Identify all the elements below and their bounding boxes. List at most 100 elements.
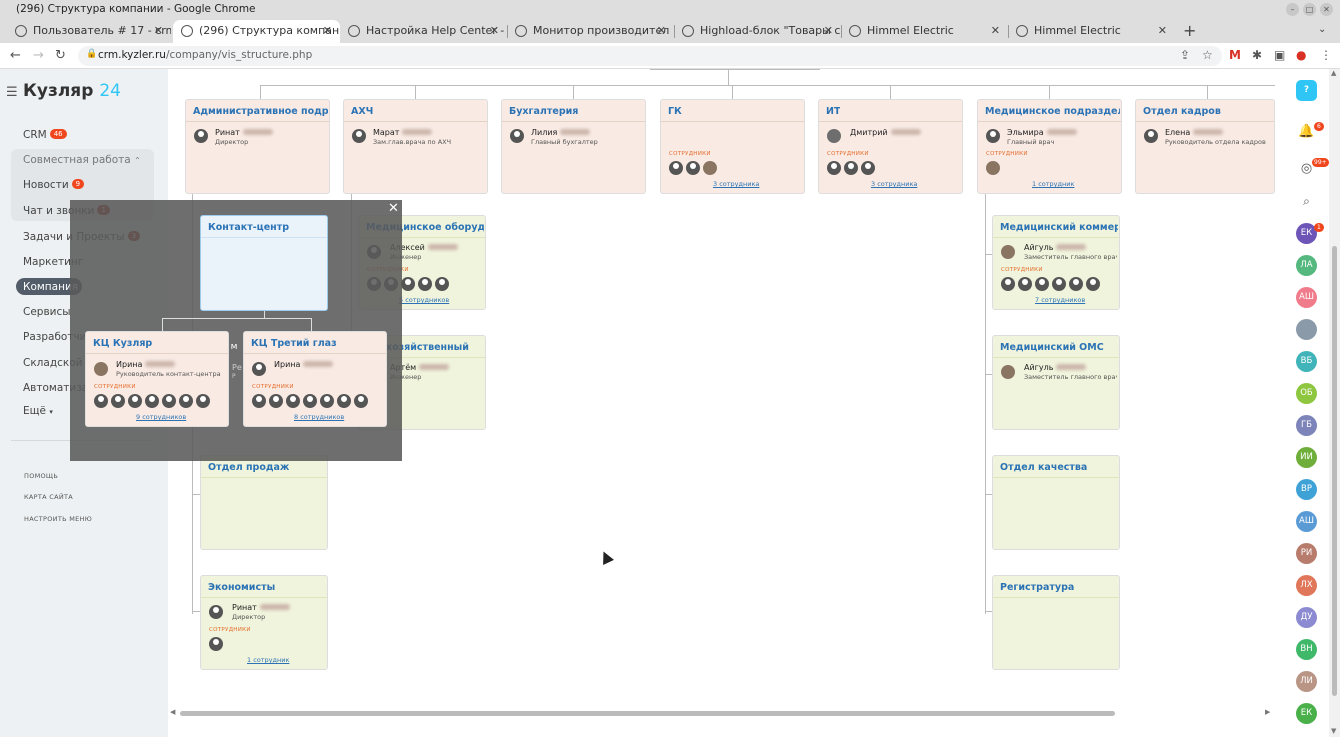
popup-close-icon[interactable]: ✕ bbox=[388, 201, 399, 216]
forward-icon[interactable]: → bbox=[33, 48, 44, 63]
dept-card-quality[interactable]: Отдел качества bbox=[992, 455, 1120, 550]
sidepanel-icon[interactable]: ▣ bbox=[1274, 48, 1285, 62]
globe-icon bbox=[682, 25, 694, 37]
extensions-icon[interactable]: ✱ bbox=[1252, 48, 1262, 62]
user-avatar[interactable]: РИ bbox=[1296, 543, 1317, 564]
dept-card-it[interactable]: ИТ Дмитрий СОТРУДНИКИ 3 сотрудника bbox=[818, 99, 963, 194]
dept-card-sales[interactable]: Отдел продаж bbox=[200, 455, 328, 550]
dept-card-kc-kuzlyar[interactable]: КЦ Кузляр Ирина Руководитель контакт-цен… bbox=[85, 331, 229, 427]
dept-card-buh[interactable]: Бухгалтерия Лилия Главный бухгалтер bbox=[501, 99, 646, 194]
dept-card-ahch[interactable]: АХЧ Марат Зам.глав.врача по АХЧ bbox=[343, 99, 488, 194]
menu-news[interactable]: Новости 9 bbox=[23, 179, 85, 191]
vertical-scrollbar[interactable]: ▲ ▼ bbox=[1329, 69, 1340, 737]
dept-card-admin[interactable]: Административное подраз... Ринат Директо… bbox=[185, 99, 330, 194]
tab-himmel-2[interactable]: Himmel Electric ✕ bbox=[1008, 20, 1175, 43]
horizontal-scrollbar[interactable]: ◀ ▶ bbox=[168, 706, 1275, 720]
scroll-thumb[interactable] bbox=[180, 711, 1115, 716]
tab-highload[interactable]: Highload-блок "Товары с ✕ bbox=[674, 20, 841, 43]
tab-monitor[interactable]: Монитор производител ✕ bbox=[507, 20, 674, 43]
dept-card-hr[interactable]: Отдел кадров Елена Руководитель отдела к… bbox=[1135, 99, 1275, 194]
user-avatar[interactable]: ЛА bbox=[1296, 255, 1317, 276]
avatar-icon bbox=[194, 129, 208, 143]
dept-card-med-commercial[interactable]: Медицинский коммерц... Айгуль Заместител… bbox=[992, 215, 1120, 310]
dept-card-med-oms[interactable]: Медицинский ОМС Айгуль Заместитель главн… bbox=[992, 335, 1120, 430]
tab-close-icon[interactable]: ✕ bbox=[490, 24, 499, 37]
globe-icon bbox=[515, 25, 527, 37]
user-avatar[interactable]: ГБ bbox=[1296, 415, 1317, 436]
connector bbox=[415, 85, 416, 99]
user-avatar[interactable]: ИИ bbox=[1296, 447, 1317, 468]
dept-card-gk[interactable]: ГК СОТРУДНИКИ 3 сотрудника bbox=[660, 99, 805, 194]
user-avatar[interactable]: ДУ bbox=[1296, 607, 1317, 628]
user-avatar[interactable]: ЛИ bbox=[1296, 671, 1317, 692]
gmail-extension-icon[interactable]: M bbox=[1229, 48, 1241, 62]
maximize-icon[interactable]: □ bbox=[1303, 3, 1316, 16]
dept-card-contact-center[interactable]: Контакт-центр bbox=[200, 215, 328, 311]
menu-services[interactable]: Сервисы bbox=[23, 306, 71, 318]
reload-icon[interactable]: ↻ bbox=[55, 48, 66, 63]
window-title: (296) Структура компании - Google Chrome bbox=[16, 3, 256, 15]
connector bbox=[650, 69, 820, 70]
tab-close-icon[interactable]: ✕ bbox=[991, 24, 1000, 37]
tab-help-center[interactable]: Настройка Help Center - ✕ bbox=[340, 20, 507, 43]
help-link[interactable]: ПОМОЩЬ bbox=[24, 472, 58, 480]
search-icon[interactable]: ⌕ bbox=[1296, 191, 1317, 212]
user-avatar[interactable]: ВР bbox=[1296, 479, 1317, 500]
close-window-icon[interactable]: ✕ bbox=[1320, 3, 1333, 16]
sitemap-link[interactable]: КАРТА САЙТА bbox=[24, 493, 73, 501]
portal-logo[interactable]: Кузляр 24 bbox=[23, 81, 121, 101]
url-field[interactable]: 🔒 crm.kyzler.ru/company/vis_structure.ph… bbox=[78, 46, 1222, 66]
chrome-menu-icon[interactable]: ⋮ bbox=[1320, 48, 1332, 62]
tab-himmel-1[interactable]: Himmel Electric ✕ bbox=[841, 20, 1008, 43]
avatar-photo bbox=[1001, 365, 1015, 379]
scroll-thumb[interactable] bbox=[1332, 246, 1337, 696]
avatar-icon bbox=[861, 161, 875, 175]
menu-crm[interactable]: CRM 46 bbox=[23, 129, 67, 141]
avatar-icon bbox=[844, 161, 858, 175]
dept-card-economists[interactable]: Экономисты Ринат Директор СОТРУДНИКИ 1 с… bbox=[200, 575, 328, 670]
tab-user-17[interactable]: Пользователь # 17 - crm. ✕ bbox=[7, 20, 171, 43]
scroll-right-icon[interactable]: ▶ bbox=[1265, 708, 1270, 716]
user-avatar[interactable]: АШ bbox=[1296, 287, 1317, 308]
user-avatar[interactable]: ВБ bbox=[1296, 351, 1317, 372]
scroll-left-icon[interactable]: ◀ bbox=[170, 708, 175, 716]
menu-collab[interactable]: Совместная работа ⌃ bbox=[23, 154, 141, 166]
tab-company-structure[interactable]: (296) Структура компан ✕ bbox=[173, 20, 340, 43]
scroll-up-icon[interactable]: ▲ bbox=[1331, 69, 1336, 77]
user-avatar[interactable] bbox=[1296, 319, 1317, 340]
user-avatar[interactable]: ОБ bbox=[1296, 383, 1317, 404]
minimize-icon[interactable]: – bbox=[1286, 3, 1299, 16]
help-icon[interactable]: ? bbox=[1296, 80, 1317, 101]
new-tab-icon[interactable]: + bbox=[1183, 21, 1196, 40]
bookmark-star-icon[interactable]: ☆ bbox=[1202, 48, 1213, 62]
tab-close-icon[interactable]: ✕ bbox=[1158, 24, 1167, 37]
dept-card-kc-third-eye[interactable]: КЦ Третий глаз Ирина СОТРУДНИКИ 8 сотруд… bbox=[243, 331, 387, 427]
tab-search-icon[interactable]: ⌄ bbox=[1318, 24, 1326, 35]
user-avatar[interactable]: ЕК bbox=[1296, 703, 1317, 724]
user-avatar[interactable]: ВН bbox=[1296, 639, 1317, 660]
share-icon[interactable]: ⇪ bbox=[1180, 48, 1190, 62]
avatar-icon bbox=[196, 394, 210, 408]
avatar-icon bbox=[1035, 277, 1049, 291]
menu-more[interactable]: Ещё ▾ bbox=[23, 405, 53, 417]
profile-icon[interactable]: ● bbox=[1296, 48, 1306, 62]
configure-menu-link[interactable]: НАСТРОИТЬ МЕНЮ bbox=[24, 515, 92, 523]
dept-card-med[interactable]: Медицинское подразделение Эльмира Главны… bbox=[977, 99, 1122, 194]
tab-close-icon[interactable]: ✕ bbox=[154, 24, 163, 37]
avatar-icon bbox=[1069, 277, 1083, 291]
globe-icon bbox=[181, 25, 193, 37]
user-avatar[interactable]: АШ bbox=[1296, 511, 1317, 532]
hamburger-menu-icon[interactable]: ☰ bbox=[6, 85, 18, 100]
user-avatar[interactable]: ЛХ bbox=[1296, 575, 1317, 596]
tab-close-icon[interactable]: ✕ bbox=[323, 24, 332, 37]
back-icon[interactable]: ← bbox=[10, 48, 21, 63]
avatar-icon bbox=[827, 161, 841, 175]
avatar-photo bbox=[986, 161, 1000, 175]
tab-close-icon[interactable]: ✕ bbox=[824, 24, 833, 37]
dept-card-registry[interactable]: Регистратура bbox=[992, 575, 1120, 670]
avatar-icon bbox=[669, 161, 683, 175]
mouse-cursor bbox=[598, 549, 614, 565]
scroll-down-icon[interactable]: ▼ bbox=[1331, 727, 1336, 735]
tab-close-icon[interactable]: ✕ bbox=[657, 24, 666, 37]
avatar-photo bbox=[703, 161, 717, 175]
